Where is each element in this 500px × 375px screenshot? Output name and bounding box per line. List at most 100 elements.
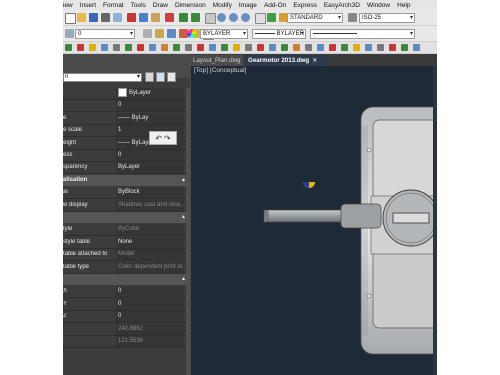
menu-item-iew[interactable]: iew <box>63 2 73 9</box>
toolbar-tool-icon[interactable] <box>269 44 276 51</box>
property-value[interactable]: Shadows cast and rece... <box>116 199 184 211</box>
property-value[interactable]: 242.8662 <box>116 323 184 335</box>
property-value[interactable]: None <box>116 236 184 248</box>
toolbar-tool-icon[interactable] <box>101 44 108 51</box>
undo-arrow-icon[interactable]: ↶ <box>155 134 162 143</box>
color-select[interactable]: BYLAYER ▾ <box>200 29 248 39</box>
property-value[interactable]: ByLayer <box>116 88 184 99</box>
toolbar-tool-icon[interactable] <box>317 44 324 51</box>
toolbar-tool-icon[interactable] <box>365 44 372 51</box>
toolbar-tool-icon[interactable] <box>149 44 156 51</box>
design-center-icon[interactable] <box>267 13 276 22</box>
general-property-row[interactable]: e —— ByLay <box>63 112 190 125</box>
toolbar-tool-icon[interactable] <box>209 44 216 51</box>
toolbar-tool-icon[interactable] <box>281 44 288 51</box>
toolbar-tool-icon[interactable] <box>161 44 168 51</box>
geometry-property-row[interactable]: X0 <box>63 286 190 299</box>
visualisation-property-row[interactable]: w display Shadows cast and rece... <box>63 199 190 212</box>
layer-properties-icon[interactable] <box>143 29 152 38</box>
property-value[interactable]: 121.5536 <box>116 336 184 347</box>
property-value[interactable]: 0 <box>116 100 184 112</box>
zoom-realtime-icon[interactable] <box>217 13 226 22</box>
preview-icon[interactable] <box>113 13 122 22</box>
toolbar-tool-icon[interactable] <box>221 44 228 51</box>
toolbar-tool-icon[interactable] <box>353 44 360 51</box>
menu-item-tools[interactable]: Tools <box>131 2 146 9</box>
layer-isolate-icon[interactable] <box>167 29 176 38</box>
quick-select-button[interactable] <box>167 72 176 82</box>
zoom-previous-icon[interactable] <box>241 13 250 22</box>
plot-property-row[interactable]: table attached to Model <box>63 249 190 262</box>
property-value[interactable]: ByLayer <box>116 162 184 174</box>
copy-icon[interactable] <box>139 13 148 22</box>
geometry-property-row[interactable]: Z0 <box>63 311 190 324</box>
print-icon[interactable] <box>101 13 110 22</box>
redo-arrow-icon[interactable]: ↷ <box>164 134 171 143</box>
property-value[interactable]: Color dependent print st... <box>116 261 184 273</box>
visualisation-property-row[interactable]: al ByBlock <box>63 187 190 200</box>
toolbar-tool-icon[interactable] <box>329 44 336 51</box>
properties-icon[interactable] <box>255 13 266 24</box>
text-style-select[interactable]: STANDARD ▾ <box>287 13 343 23</box>
plot-property-row[interactable]: table type Color dependent print st... <box>63 261 190 274</box>
menu-item-express[interactable]: Express <box>293 2 316 9</box>
color-wheel-icon[interactable] <box>187 29 196 38</box>
toolbar-tool-icon[interactable] <box>377 44 384 51</box>
pan-icon[interactable] <box>205 13 216 24</box>
toolbar-tool-icon[interactable] <box>65 44 72 51</box>
property-value[interactable]: ByBlock <box>116 187 184 199</box>
save-icon[interactable] <box>89 13 98 22</box>
toolbar-tool-icon[interactable] <box>113 44 120 51</box>
menu-item-draw[interactable]: Draw <box>153 2 168 9</box>
menu-item-image[interactable]: Image <box>239 2 257 9</box>
toolbar-tool-icon[interactable] <box>305 44 312 51</box>
new-file-icon[interactable] <box>65 13 76 24</box>
geometry-property-row[interactable]: 242.8662 <box>63 323 190 336</box>
toolbar-tool-icon[interactable] <box>197 44 204 51</box>
toolbar-tool-icon[interactable] <box>245 44 252 51</box>
select-objects-button[interactable] <box>156 72 165 82</box>
dim-style-select[interactable]: ISO-25 ▾ <box>359 13 415 23</box>
toolbar-tool-icon[interactable] <box>293 44 300 51</box>
cut-icon[interactable] <box>127 13 136 22</box>
menu-item-insert[interactable]: Insert <box>80 2 96 9</box>
toolbar-tool-icon[interactable] <box>257 44 264 51</box>
linetype-select[interactable]: BYLAYER ▾ <box>252 29 306 39</box>
property-value[interactable]: —— ByLay <box>116 112 184 124</box>
tab-layout-plan[interactable]: Layout_Plan.dwg <box>190 55 243 66</box>
toolbar-tool-icon[interactable] <box>413 44 420 51</box>
property-value[interactable]: Model <box>116 249 184 261</box>
toolbar-tool-icon[interactable] <box>137 44 144 51</box>
geometry-property-row[interactable]: 121.5536 <box>63 336 190 348</box>
toolbar-tool-icon[interactable] <box>341 44 348 51</box>
undo-icon[interactable] <box>179 13 188 22</box>
viewport-scrollbar[interactable] <box>433 66 437 375</box>
drawing-viewport[interactable]: [Top] [Conceptual] <box>191 66 437 375</box>
menu-item-dimension[interactable]: Dimension <box>175 2 206 9</box>
property-value[interactable]: 0 <box>116 150 184 161</box>
paste-icon[interactable] <box>151 13 160 22</box>
layer-previous-icon[interactable] <box>155 29 164 38</box>
palette-scrollbar[interactable] <box>186 88 190 375</box>
toggle-pickadd-button[interactable] <box>145 72 154 82</box>
property-value[interactable]: ByColor <box>116 224 184 236</box>
general-property-row[interactable]: 0 <box>63 100 190 113</box>
lineweight-select[interactable]: ▾ <box>310 29 415 39</box>
toolbar-tool-icon[interactable] <box>173 44 180 51</box>
layer-select[interactable]: 0 ▾ <box>75 29 135 39</box>
tab-gearmotor[interactable]: Gearmotor 2013.dwg ✕ <box>245 55 327 66</box>
menu-item-add-on[interactable]: Add-On <box>264 2 286 9</box>
redo-icon[interactable] <box>191 13 200 22</box>
property-value[interactable]: 0 <box>116 286 184 298</box>
menu-item-easyarch3d[interactable]: EasyArch3D <box>324 2 360 9</box>
toolbar-tool-icon[interactable] <box>389 44 396 51</box>
general-property-row[interactable]: sparency ByLayer <box>63 162 190 175</box>
zoom-window-icon[interactable] <box>229 13 238 22</box>
plot-property-row[interactable]: tyle ByColor <box>63 224 190 237</box>
layer-state-icon[interactable] <box>65 29 74 38</box>
general-property-row[interactable]: ByLayer <box>63 88 190 100</box>
general-property-row[interactable]: ess 0 <box>63 150 190 162</box>
toolbar-tool-icon[interactable] <box>233 44 240 51</box>
menu-item-help[interactable]: Help <box>397 2 410 9</box>
menu-item-window[interactable]: Window <box>367 2 390 9</box>
